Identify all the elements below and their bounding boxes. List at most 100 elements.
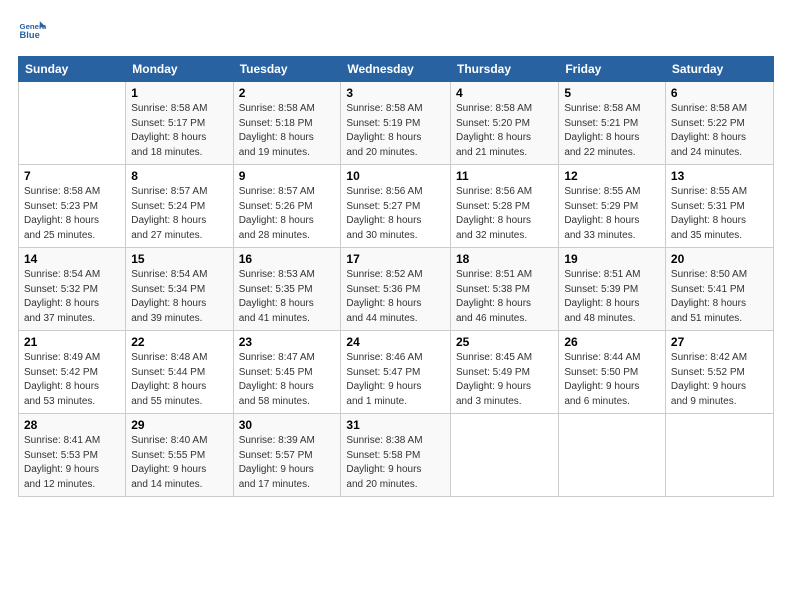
col-header-tuesday: Tuesday	[233, 57, 341, 82]
day-info: Sunrise: 8:55 AM Sunset: 5:29 PM Dayligh…	[564, 185, 660, 243]
calendar-cell: 11 Sunrise: 8:56 AM Sunset: 5:28 PM Dayli…	[450, 165, 558, 248]
day-info: Sunrise: 8:49 AM Sunset: 5:42 PM Dayligh…	[24, 351, 120, 409]
day-number: 12	[564, 169, 660, 183]
day-info: Sunrise: 8:54 AM Sunset: 5:32 PM Dayligh…	[24, 268, 120, 326]
day-number: 11	[456, 169, 553, 183]
day-info: Sunrise: 8:40 AM Sunset: 5:55 PM Dayligh…	[131, 434, 227, 492]
calendar-cell: 19 Sunrise: 8:51 AM Sunset: 5:39 PM Dayli…	[559, 248, 666, 331]
day-info: Sunrise: 8:56 AM Sunset: 5:28 PM Dayligh…	[456, 185, 553, 243]
day-number: 31	[346, 418, 445, 432]
day-number: 25	[456, 335, 553, 349]
calendar-cell	[559, 414, 666, 497]
calendar-cell: 9 Sunrise: 8:57 AM Sunset: 5:26 PM Daylig…	[233, 165, 341, 248]
calendar-table: SundayMondayTuesdayWednesdayThursdayFrid…	[18, 56, 774, 497]
day-info: Sunrise: 8:54 AM Sunset: 5:34 PM Dayligh…	[131, 268, 227, 326]
day-info: Sunrise: 8:38 AM Sunset: 5:58 PM Dayligh…	[346, 434, 445, 492]
calendar-cell: 4 Sunrise: 8:58 AM Sunset: 5:20 PM Daylig…	[450, 82, 558, 165]
day-number: 26	[564, 335, 660, 349]
day-info: Sunrise: 8:51 AM Sunset: 5:39 PM Dayligh…	[564, 268, 660, 326]
calendar-cell	[19, 82, 126, 165]
day-info: Sunrise: 8:58 AM Sunset: 5:19 PM Dayligh…	[346, 102, 445, 160]
calendar-header-row: SundayMondayTuesdayWednesdayThursdayFrid…	[19, 57, 774, 82]
calendar-cell: 25 Sunrise: 8:45 AM Sunset: 5:49 PM Dayli…	[450, 331, 558, 414]
day-number: 3	[346, 86, 445, 100]
day-number: 9	[239, 169, 336, 183]
calendar-cell: 17 Sunrise: 8:52 AM Sunset: 5:36 PM Dayli…	[341, 248, 451, 331]
calendar-cell: 30 Sunrise: 8:39 AM Sunset: 5:57 PM Dayli…	[233, 414, 341, 497]
calendar-week-row: 14 Sunrise: 8:54 AM Sunset: 5:32 PM Dayli…	[19, 248, 774, 331]
calendar-cell: 28 Sunrise: 8:41 AM Sunset: 5:53 PM Dayli…	[19, 414, 126, 497]
calendar-cell: 16 Sunrise: 8:53 AM Sunset: 5:35 PM Dayli…	[233, 248, 341, 331]
day-number: 4	[456, 86, 553, 100]
day-number: 1	[131, 86, 227, 100]
day-number: 30	[239, 418, 336, 432]
col-header-wednesday: Wednesday	[341, 57, 451, 82]
calendar-cell: 24 Sunrise: 8:46 AM Sunset: 5:47 PM Dayli…	[341, 331, 451, 414]
day-info: Sunrise: 8:57 AM Sunset: 5:26 PM Dayligh…	[239, 185, 336, 243]
day-info: Sunrise: 8:48 AM Sunset: 5:44 PM Dayligh…	[131, 351, 227, 409]
day-number: 16	[239, 252, 336, 266]
calendar-cell: 27 Sunrise: 8:42 AM Sunset: 5:52 PM Dayli…	[665, 331, 773, 414]
day-number: 28	[24, 418, 120, 432]
calendar-cell: 6 Sunrise: 8:58 AM Sunset: 5:22 PM Daylig…	[665, 82, 773, 165]
day-info: Sunrise: 8:56 AM Sunset: 5:27 PM Dayligh…	[346, 185, 445, 243]
calendar-cell: 2 Sunrise: 8:58 AM Sunset: 5:18 PM Daylig…	[233, 82, 341, 165]
day-info: Sunrise: 8:39 AM Sunset: 5:57 PM Dayligh…	[239, 434, 336, 492]
day-info: Sunrise: 8:51 AM Sunset: 5:38 PM Dayligh…	[456, 268, 553, 326]
day-number: 2	[239, 86, 336, 100]
day-info: Sunrise: 8:58 AM Sunset: 5:20 PM Dayligh…	[456, 102, 553, 160]
day-info: Sunrise: 8:44 AM Sunset: 5:50 PM Dayligh…	[564, 351, 660, 409]
day-info: Sunrise: 8:58 AM Sunset: 5:18 PM Dayligh…	[239, 102, 336, 160]
day-number: 7	[24, 169, 120, 183]
calendar-cell: 12 Sunrise: 8:55 AM Sunset: 5:29 PM Dayli…	[559, 165, 666, 248]
calendar-cell: 1 Sunrise: 8:58 AM Sunset: 5:17 PM Daylig…	[126, 82, 233, 165]
day-info: Sunrise: 8:53 AM Sunset: 5:35 PM Dayligh…	[239, 268, 336, 326]
col-header-thursday: Thursday	[450, 57, 558, 82]
day-info: Sunrise: 8:46 AM Sunset: 5:47 PM Dayligh…	[346, 351, 445, 409]
calendar-cell	[450, 414, 558, 497]
col-header-monday: Monday	[126, 57, 233, 82]
calendar-cell: 14 Sunrise: 8:54 AM Sunset: 5:32 PM Dayli…	[19, 248, 126, 331]
col-header-friday: Friday	[559, 57, 666, 82]
day-info: Sunrise: 8:58 AM Sunset: 5:17 PM Dayligh…	[131, 102, 227, 160]
calendar-cell: 5 Sunrise: 8:58 AM Sunset: 5:21 PM Daylig…	[559, 82, 666, 165]
day-number: 27	[671, 335, 768, 349]
day-number: 21	[24, 335, 120, 349]
day-info: Sunrise: 8:47 AM Sunset: 5:45 PM Dayligh…	[239, 351, 336, 409]
day-info: Sunrise: 8:58 AM Sunset: 5:21 PM Dayligh…	[564, 102, 660, 160]
day-number: 5	[564, 86, 660, 100]
calendar-cell: 15Sunrise: 8:54 AM Sunset: 5:34 PM Dayli…	[126, 248, 233, 331]
day-number: 19	[564, 252, 660, 266]
calendar-week-row: 7Sunrise: 8:58 AM Sunset: 5:23 PM Daylig…	[19, 165, 774, 248]
day-number: 14	[24, 252, 120, 266]
day-number: 24	[346, 335, 445, 349]
day-info: Sunrise: 8:45 AM Sunset: 5:49 PM Dayligh…	[456, 351, 553, 409]
calendar-cell: 18Sunrise: 8:51 AM Sunset: 5:38 PM Dayli…	[450, 248, 558, 331]
calendar-cell	[665, 414, 773, 497]
day-info: Sunrise: 8:42 AM Sunset: 5:52 PM Dayligh…	[671, 351, 768, 409]
day-number: 6	[671, 86, 768, 100]
day-number: 17	[346, 252, 445, 266]
calendar-week-row: 28 Sunrise: 8:41 AM Sunset: 5:53 PM Dayli…	[19, 414, 774, 497]
calendar-cell: 13Sunrise: 8:55 AM Sunset: 5:31 PM Dayli…	[665, 165, 773, 248]
calendar-week-row: 1 Sunrise: 8:58 AM Sunset: 5:17 PM Daylig…	[19, 82, 774, 165]
calendar-cell: 26 Sunrise: 8:44 AM Sunset: 5:50 PM Dayli…	[559, 331, 666, 414]
logo: General Blue	[18, 18, 46, 46]
calendar-cell: 20Sunrise: 8:50 AM Sunset: 5:41 PM Dayli…	[665, 248, 773, 331]
day-info: Sunrise: 8:41 AM Sunset: 5:53 PM Dayligh…	[24, 434, 120, 492]
logo-icon: General Blue	[18, 18, 46, 46]
calendar-cell: 22 Sunrise: 8:48 AM Sunset: 5:44 PM Dayli…	[126, 331, 233, 414]
day-info: Sunrise: 8:58 AM Sunset: 5:22 PM Dayligh…	[671, 102, 768, 160]
day-number: 13	[671, 169, 768, 183]
calendar-cell: 29Sunrise: 8:40 AM Sunset: 5:55 PM Dayli…	[126, 414, 233, 497]
svg-text:Blue: Blue	[20, 30, 40, 40]
col-header-sunday: Sunday	[19, 57, 126, 82]
day-number: 10	[346, 169, 445, 183]
day-info: Sunrise: 8:52 AM Sunset: 5:36 PM Dayligh…	[346, 268, 445, 326]
day-number: 8	[131, 169, 227, 183]
day-number: 22	[131, 335, 227, 349]
day-info: Sunrise: 8:57 AM Sunset: 5:24 PM Dayligh…	[131, 185, 227, 243]
col-header-saturday: Saturday	[665, 57, 773, 82]
calendar-cell: 21 Sunrise: 8:49 AM Sunset: 5:42 PM Dayli…	[19, 331, 126, 414]
day-number: 23	[239, 335, 336, 349]
